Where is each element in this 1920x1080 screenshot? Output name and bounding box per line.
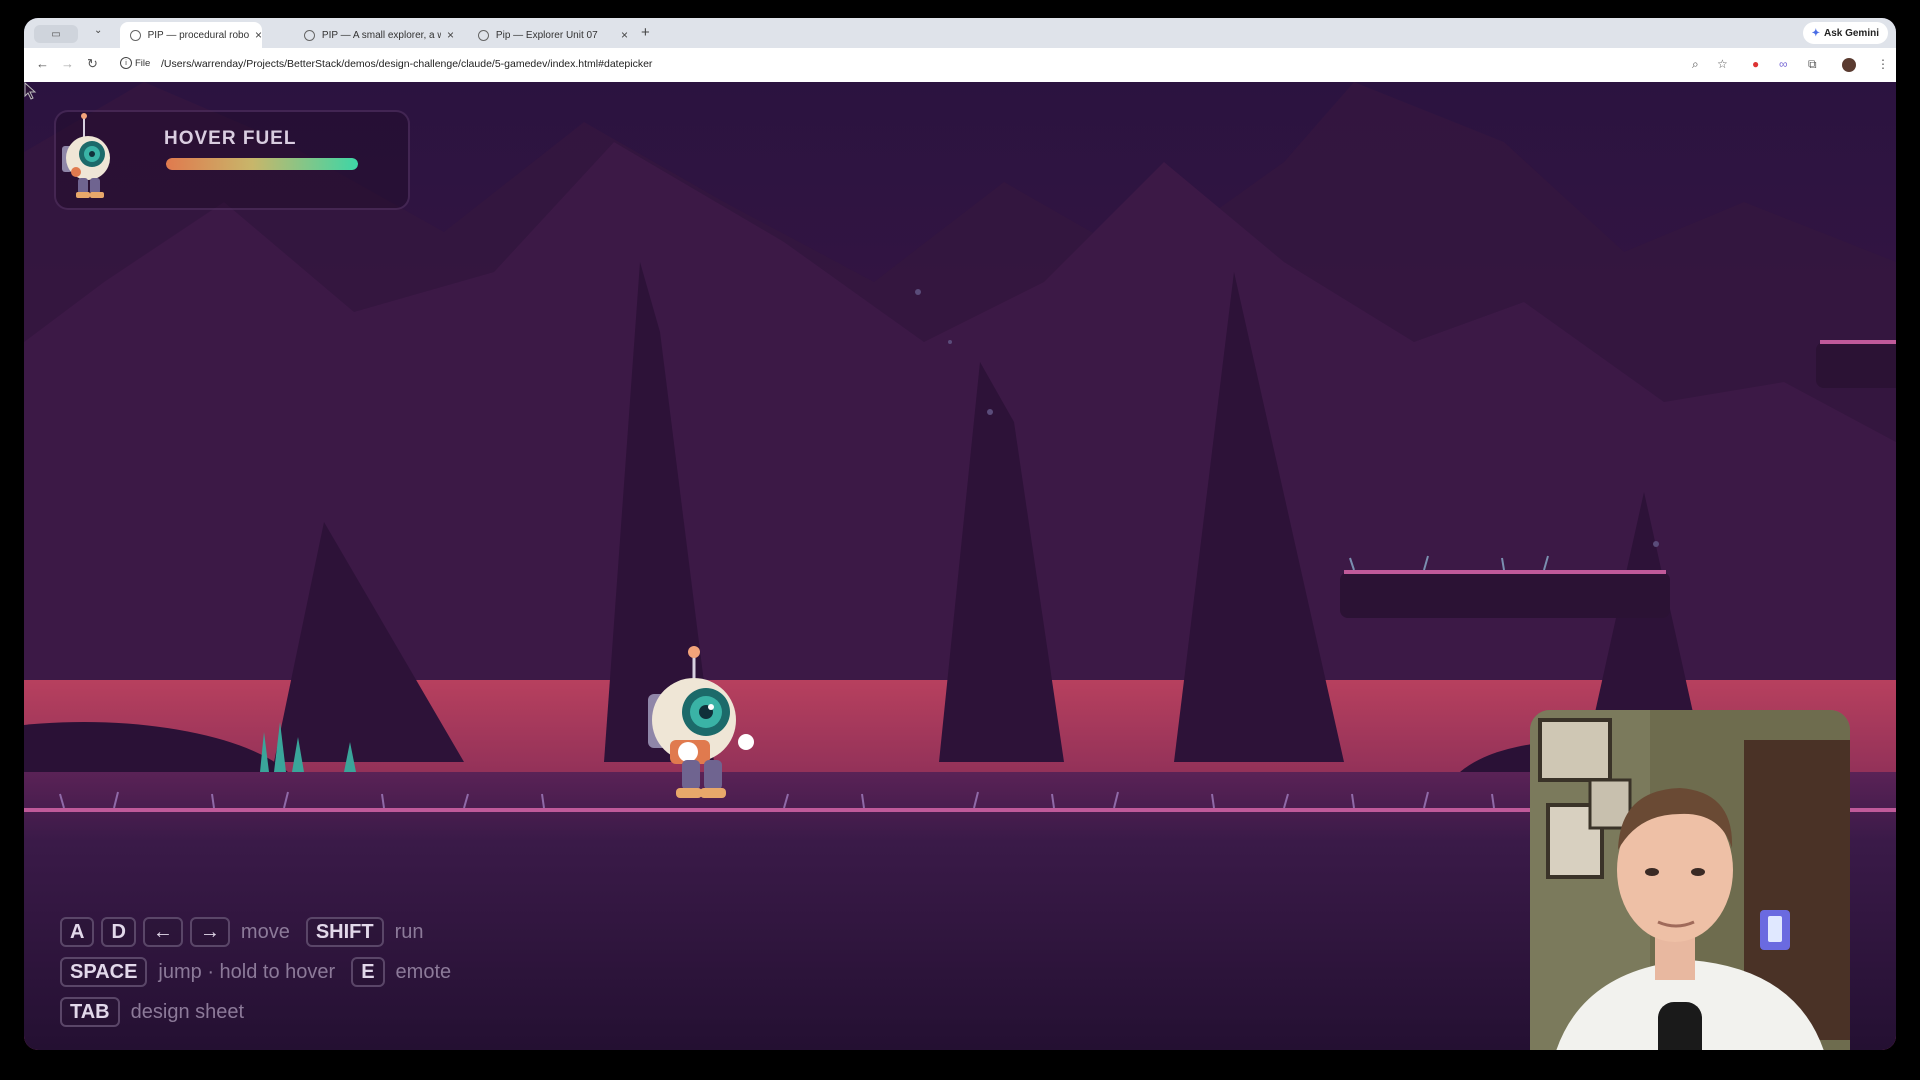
url-input[interactable]: /Users/warrenday/Projects/BetterStack/de… (161, 58, 652, 70)
tab-title: Pip — Explorer Unit 07 (495, 29, 598, 41)
key-right-arrow: → (189, 917, 230, 947)
controls-legend: A D ← → move SHIFT run SPACE jump · hold… (60, 912, 467, 1032)
tab-groups-button[interactable]: ▭ (34, 25, 78, 43)
site-info-chip[interactable]: i File (120, 57, 150, 69)
mouse-cursor-icon (24, 82, 37, 100)
globe-icon (304, 29, 315, 41)
zoom-icon[interactable]: ⌕ (1692, 57, 1699, 72)
tab-pip-unit07[interactable]: Pip — Explorer Unit 07 × (468, 22, 628, 48)
ask-gemini-button[interactable]: ✦ Ask Gemini (1802, 22, 1888, 44)
profile-avatar[interactable] (1842, 58, 1856, 72)
key-a: A (60, 917, 95, 947)
design-sheet-label: design sheet (130, 1000, 245, 1023)
info-icon: i (120, 57, 132, 69)
key-d: D (101, 917, 136, 947)
jump-label: jump · hold to hover (158, 960, 336, 983)
close-icon[interactable]: × (447, 28, 454, 42)
close-icon[interactable]: × (621, 28, 628, 42)
floating-platform-edge (1816, 340, 1896, 388)
webcam-overlay (1530, 710, 1850, 1050)
run-label: run (394, 920, 424, 943)
back-icon[interactable]: ← (36, 56, 49, 71)
presenter-video (1530, 710, 1850, 1050)
protocol-label: File (135, 57, 151, 69)
robot-portrait-icon (62, 113, 110, 198)
controls-row-jump: SPACE jump · hold to hover E emote (60, 952, 467, 992)
tab-pip-explorer[interactable]: PIP — A small explorer, a wid × (294, 22, 454, 48)
link-icon[interactable]: ∞ (1779, 57, 1788, 71)
extension-icon[interactable]: ● (1752, 57, 1759, 71)
address-bar: ← → ↻ i File /Users/warrenday/Projects/Be… (24, 48, 1896, 83)
browser-window: ▭ ⌄ PIP — procedural robot explo × PIP —… (24, 18, 1896, 1050)
hover-fuel-title: HOVER FUEL (164, 128, 297, 149)
tab-title: PIP — procedural robot explo (147, 29, 249, 41)
tab-search-icon[interactable]: ⌄ (94, 25, 102, 36)
fuel-bar (166, 158, 358, 170)
tab-strip: ▭ ⌄ PIP — procedural robot explo × PIP —… (24, 18, 1896, 48)
puzzle-icon[interactable]: ⧉ (1808, 57, 1817, 72)
ask-gemini-label: Ask Gemini (1823, 27, 1879, 39)
menu-icon[interactable]: ⋮ (1877, 57, 1889, 71)
game-canvas[interactable]: HOVER FUEL A D ← → move SHIFT run SPACE … (24, 82, 1896, 1050)
reload-icon[interactable]: ↻ (87, 56, 98, 72)
key-tab: TAB (60, 997, 120, 1027)
key-left-arrow: ← (142, 917, 183, 947)
controls-row-tab: TAB design sheet (60, 992, 467, 1032)
tab-title: PIP — A small explorer, a wid (321, 29, 441, 41)
forward-icon[interactable]: → (61, 56, 74, 71)
star-icon[interactable]: ☆ (1717, 57, 1728, 71)
globe-icon (478, 29, 489, 41)
key-space: SPACE (60, 957, 148, 987)
globe-icon (130, 29, 141, 41)
new-tab-button[interactable]: + (641, 24, 650, 41)
key-shift: SHIFT (305, 917, 384, 947)
tab-pip-procedural[interactable]: PIP — procedural robot explo × (120, 22, 262, 48)
fuel-bar-fill (166, 158, 358, 170)
key-e: E (351, 957, 385, 987)
move-label: move (240, 920, 290, 943)
sparkle-icon: ✦ (1811, 27, 1820, 39)
controls-row-move: A D ← → move SHIFT run (60, 912, 467, 952)
close-icon[interactable]: × (255, 28, 262, 42)
hover-fuel-panel: HOVER FUEL (54, 110, 410, 210)
emote-label: emote (395, 960, 452, 983)
